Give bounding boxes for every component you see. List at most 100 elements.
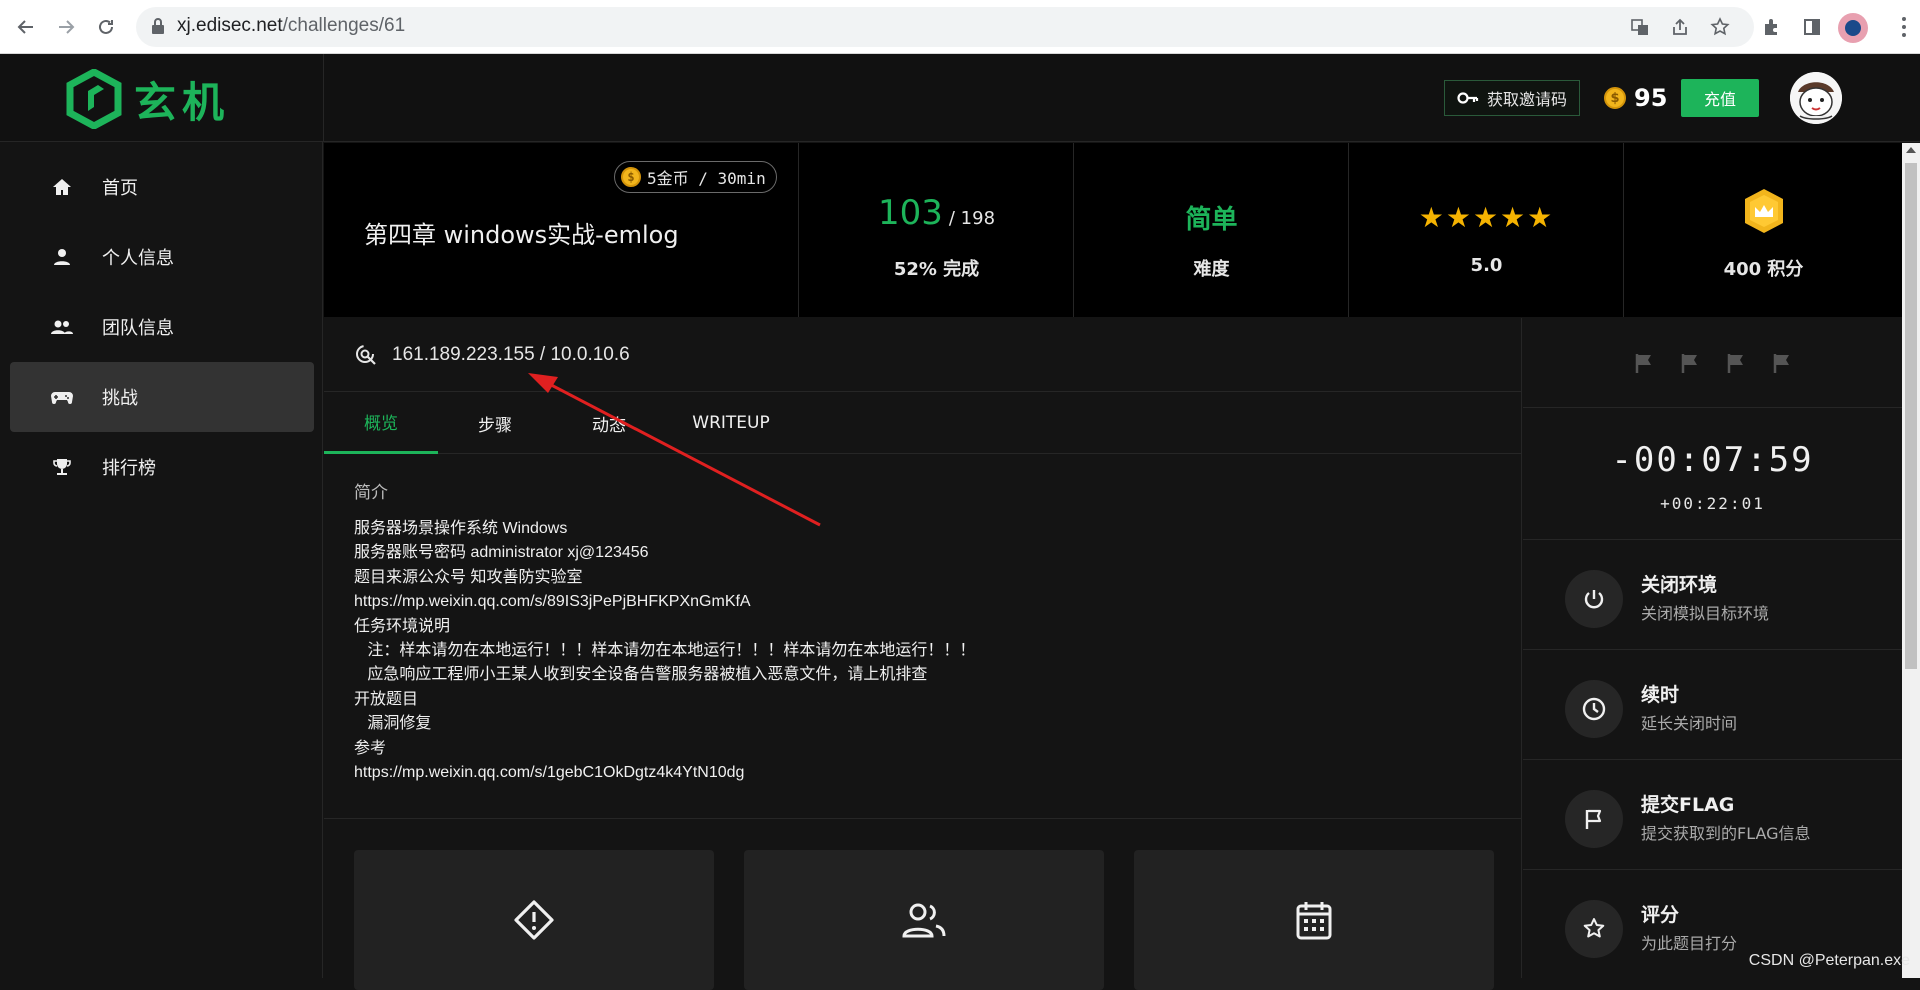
solved-count-row: 103/ 198: [800, 193, 1073, 233]
logo-text: 玄机: [134, 69, 230, 130]
target-address-row: 161.189.223.155 / 10.0.10.6: [324, 318, 1522, 392]
difficulty-label: 难度: [1075, 255, 1348, 281]
url-domain: xj.edisec.net: [177, 15, 283, 36]
user-avatar[interactable]: [1790, 72, 1842, 124]
extensions-icon[interactable]: [1760, 15, 1784, 39]
coin-balance: $ 95: [1604, 84, 1667, 112]
intro-heading: 简介: [354, 478, 1494, 503]
recharge-button[interactable]: 充值: [1681, 79, 1759, 117]
reload-icon[interactable]: [92, 13, 120, 41]
intro-line: 题目来源公众号 知攻善防实验室: [354, 566, 1494, 590]
trophy-icon: [50, 455, 74, 479]
intro-link[interactable]: https://mp.weixin.qq.com/s/89IS3jPePjBHF…: [354, 590, 1494, 614]
action-subtitle: 关闭模拟目标环境: [1641, 600, 1769, 624]
challenge-intro: 简介 服务器场景操作系统 Windows 服务器账号密码 administrat…: [354, 478, 1494, 785]
info-card-calendar[interactable]: [1134, 850, 1494, 990]
clock-icon: [1565, 680, 1623, 738]
forward-icon[interactable]: [52, 13, 80, 41]
rating-stars: ★★★★★: [1350, 201, 1623, 234]
sidebar-item-home[interactable]: 首页: [10, 152, 314, 222]
intro-line: 开放题目: [354, 688, 1494, 712]
difficulty-value: 简单: [1075, 199, 1348, 236]
target-address[interactable]: 161.189.223.155 / 10.0.10.6: [392, 344, 630, 366]
group-icon: [50, 315, 74, 339]
url-text[interactable]: xj.edisec.net/challenges/61: [177, 15, 405, 37]
points-badge-icon: [1742, 187, 1786, 235]
share-icon[interactable]: [1668, 15, 1692, 39]
back-icon[interactable]: [12, 13, 40, 41]
action-subtitle: 提交获取到的FLAG信息: [1641, 820, 1811, 844]
cost-badge: $ 5金币 / 30min: [614, 161, 777, 193]
tab-steps[interactable]: 步骤: [438, 392, 552, 454]
coin-icon: $: [621, 167, 641, 187]
points-cell: 400 积分: [1625, 143, 1902, 317]
flag-icon: [1725, 352, 1747, 374]
timer-elapsed: +00:22:01: [1523, 494, 1902, 513]
flag-icon: [1679, 352, 1701, 374]
power-icon: [1565, 570, 1623, 628]
url-path: /challenges/61: [283, 15, 406, 36]
coin-icon: $: [1604, 87, 1626, 109]
person-icon: [50, 245, 74, 269]
header-divider: [323, 54, 324, 142]
action-title: 提交FLAG: [1641, 790, 1734, 817]
flag-icon: [1771, 352, 1793, 374]
sidebar-item-leaderboard[interactable]: 排行榜: [10, 432, 314, 502]
timer-remaining: -00:07:59: [1523, 440, 1902, 480]
challenge-main: 161.189.223.155 / 10.0.10.6 概览 步骤 动态 WRI…: [324, 318, 1522, 978]
action-subtitle: 延长关闭时间: [1641, 710, 1737, 734]
action-title: 评分: [1641, 900, 1679, 927]
logo[interactable]: 玄机: [66, 66, 230, 132]
sidebar-item-label: 个人信息: [102, 244, 174, 270]
logo-mark-icon: [66, 69, 122, 129]
extend-time-button[interactable]: 续时 延长关闭时间: [1523, 650, 1902, 760]
sidebar-item-profile[interactable]: 个人信息: [10, 222, 314, 292]
users-icon: [900, 900, 948, 940]
lock-icon[interactable]: [150, 17, 168, 35]
translate-icon[interactable]: [1628, 15, 1652, 39]
bookmark-star-icon[interactable]: [1708, 15, 1732, 39]
browser-toolbar: xj.edisec.net/challenges/61: [0, 0, 1920, 54]
section-divider: [324, 818, 1522, 819]
rating-value: 5.0: [1350, 255, 1623, 276]
flag-icon: [1565, 790, 1623, 848]
tab-overview[interactable]: 概览: [324, 392, 438, 454]
target-icon: [354, 343, 378, 367]
info-card-users[interactable]: [744, 850, 1104, 990]
intro-link[interactable]: https://mp.weixin.qq.com/s/1gebC1OkDgtz4…: [354, 761, 1494, 785]
sidebar-item-challenges[interactable]: 挑战: [10, 362, 314, 432]
profile-avatar[interactable]: [1838, 13, 1868, 43]
sidebar-item-team[interactable]: 团队信息: [10, 292, 314, 362]
more-menu-icon[interactable]: [1892, 13, 1916, 41]
home-icon: [50, 175, 74, 199]
challenge-stats-bar: $ 5金币 / 30min 第四章 windows实战-emlog 103/ 1…: [324, 143, 1902, 317]
side-panel-icon[interactable]: [1800, 15, 1824, 39]
tab-writeup[interactable]: WRITEUP: [666, 392, 796, 454]
scroll-thumb[interactable]: [1905, 163, 1917, 669]
tab-activity[interactable]: 动态: [552, 392, 666, 454]
invite-code-button[interactable]: 获取邀请码: [1444, 80, 1580, 116]
intro-line: 注：样本请勿在本地运行！！！样本请勿在本地运行！！！样本请勿在本地运行！！！: [354, 639, 1494, 663]
completion-cell: 103/ 198 52% 完成: [800, 143, 1074, 317]
intro-line: 服务器场景操作系统 Windows: [354, 517, 1494, 541]
intro-line: 任务环境说明: [354, 615, 1494, 639]
sidebar-item-label: 首页: [102, 174, 138, 200]
flag-icon: [1633, 352, 1655, 374]
page-scrollbar[interactable]: [1902, 143, 1920, 978]
intro-line: 漏洞修复: [354, 712, 1494, 736]
sidebar-item-label: 排行榜: [102, 454, 156, 480]
star-icon: [1565, 900, 1623, 958]
submit-flag-button[interactable]: 提交FLAG 提交获取到的FLAG信息: [1523, 760, 1902, 870]
scroll-up-icon[interactable]: [1906, 147, 1916, 153]
gamepad-icon: [50, 385, 74, 409]
intro-line: 参考: [354, 737, 1494, 761]
solved-count: 103: [878, 193, 943, 233]
action-title: 续时: [1641, 680, 1679, 707]
action-subtitle: 为此题目打分: [1641, 930, 1737, 954]
invite-code-label: 获取邀请码: [1487, 86, 1567, 110]
close-environment-button[interactable]: 关闭环境 关闭模拟目标环境: [1523, 540, 1902, 650]
flags-progress: [1523, 318, 1902, 408]
points-value: 400 积分: [1625, 255, 1902, 281]
warning-diamond-icon: [512, 898, 556, 942]
info-card-warning[interactable]: [354, 850, 714, 990]
